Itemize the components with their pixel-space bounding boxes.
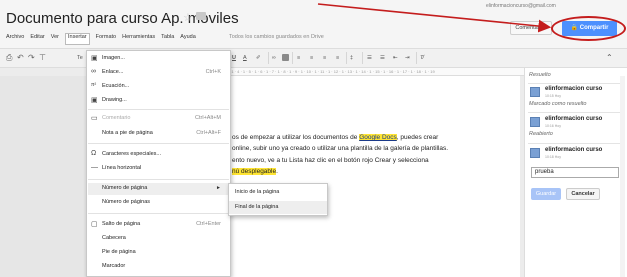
cancel-button[interactable]: Cancelar: [566, 188, 600, 200]
menu-separator: [88, 179, 229, 180]
menu-item-footer[interactable]: Pie de página: [88, 247, 229, 259]
submenu-item-top-of-page[interactable]: Inicio de la página: [229, 186, 327, 199]
menu-item-bookmark[interactable]: Marcador: [88, 261, 229, 273]
menu-item-horizontal-line[interactable]: — Línea horizontal: [88, 163, 229, 175]
menu-item-image[interactable]: ▣ Imagen...: [88, 53, 229, 65]
menu-item-page-number[interactable]: Número de página ►: [88, 183, 229, 195]
insert-link-icon[interactable]: ∞: [272, 55, 276, 61]
comment-time: 10:18 Hoy: [545, 155, 561, 159]
document-line: ento nuevo, ve a tu Lista haz clic en el…: [232, 157, 429, 164]
menu-separator: [88, 109, 229, 110]
increase-indent-icon[interactable]: ⇥: [405, 55, 410, 61]
page-break-icon: ▢: [91, 221, 98, 228]
highlight-color-icon[interactable]: ✐: [256, 55, 261, 61]
align-left-icon[interactable]: ≡: [297, 55, 300, 61]
submenu-item-bottom-of-page[interactable]: Final de la página: [229, 201, 327, 214]
menu-item-special-characters[interactable]: Ω Caracteres especiales...: [88, 149, 229, 161]
bulleted-list-icon[interactable]: ☰: [380, 55, 385, 61]
comment-text: Marcado como resuelto: [529, 101, 587, 107]
avatar: [530, 148, 540, 158]
menu-separator: [88, 143, 229, 144]
scrollbar[interactable]: [620, 76, 625, 277]
ruler[interactable]: · 1 · 1 · 2 · 1 · 3 · 1 · 4 · 1 · 5 · 1 …: [200, 68, 525, 76]
collapse-icon[interactable]: ⌃: [606, 53, 613, 62]
horizontal-line-icon: —: [91, 164, 98, 171]
insert-comment-icon[interactable]: [282, 54, 289, 61]
print-icon[interactable]: ⎙: [6, 53, 12, 63]
document-page[interactable]: [200, 76, 520, 277]
comment-time: 10:16 Hoy: [545, 124, 561, 128]
avatar: [530, 87, 540, 97]
toolbar-divider: [416, 52, 417, 64]
menu-item-page-count[interactable]: Número de páginas: [88, 197, 229, 209]
highlighted-text: nú desplegable: [232, 168, 277, 175]
menu-item-header[interactable]: Cabecera: [88, 233, 229, 245]
document-line: os de empezar a utilizar los documentos …: [232, 134, 439, 141]
menu-item-drawing[interactable]: ▣ Drawing...: [88, 95, 229, 107]
google-docs-link[interactable]: Google Docs: [359, 134, 397, 141]
font-selector[interactable]: Te: [77, 55, 83, 61]
decrease-indent-icon[interactable]: ⇤: [393, 55, 398, 61]
underline-icon[interactable]: U: [232, 55, 236, 61]
panel-divider: [528, 143, 622, 144]
toolbar-divider: [362, 52, 363, 64]
clear-formatting-icon[interactable]: T̸: [420, 55, 423, 61]
menu-item-footnote[interactable]: Nota a pie de página Ctrl+Alt+F: [88, 128, 229, 140]
align-center-icon[interactable]: ≡: [310, 55, 313, 61]
undo-icon[interactable]: ↶: [17, 53, 24, 62]
panel-divider: [528, 112, 622, 113]
align-right-icon[interactable]: ≡: [323, 55, 326, 61]
save-comment-button[interactable]: Guardar: [531, 188, 561, 200]
align-justify-icon[interactable]: ≡: [336, 55, 339, 61]
panel-divider: [528, 83, 622, 84]
redo-icon[interactable]: ↷: [28, 53, 35, 62]
submenu-arrow-icon: ►: [216, 185, 221, 191]
text-color-icon[interactable]: A: [243, 55, 247, 61]
comment-author[interactable]: elinformacion curso: [545, 116, 602, 122]
menu-item-page-break[interactable]: ▢ Salto de página Ctrl+Enter: [88, 219, 229, 231]
equation-icon: π²: [91, 82, 97, 88]
menu-item-link[interactable]: ∞ Enlace... Ctrl+K: [88, 67, 229, 79]
avatar: [530, 117, 540, 127]
line-spacing-icon[interactable]: ‡: [350, 55, 353, 61]
drawing-icon: ▣: [91, 97, 98, 104]
comment-author[interactable]: elinformacion curso: [545, 86, 602, 92]
comment-text: Reabierto: [529, 131, 553, 137]
link-icon: ∞: [91, 68, 96, 75]
toolbar-divider: [346, 52, 347, 64]
menu-item-comment: ▭ Comentario Ctrl+Alt+M: [91, 115, 221, 122]
comment-input[interactable]: prueba: [531, 167, 619, 178]
numbered-list-icon[interactable]: ☰: [367, 55, 372, 61]
toolbar-divider: [268, 52, 269, 64]
comment-icon: ▭: [91, 115, 98, 122]
document-line: nú desplegable.: [232, 168, 278, 175]
menu-separator: [88, 213, 229, 214]
paint-format-icon[interactable]: ⊤: [39, 53, 46, 62]
document-line: online, subir uno ya creado o utilizar u…: [232, 145, 449, 152]
comment-time: 10:15 Hoy: [545, 94, 561, 98]
image-icon: ▣: [91, 55, 98, 62]
comment-status: Resuelto: [529, 72, 551, 78]
toolbar-divider: [292, 52, 293, 64]
comment-author[interactable]: elinformacion curso: [545, 147, 602, 153]
menu-item-equation[interactable]: π² Ecuación...: [88, 81, 229, 93]
omega-icon: Ω: [91, 150, 97, 157]
